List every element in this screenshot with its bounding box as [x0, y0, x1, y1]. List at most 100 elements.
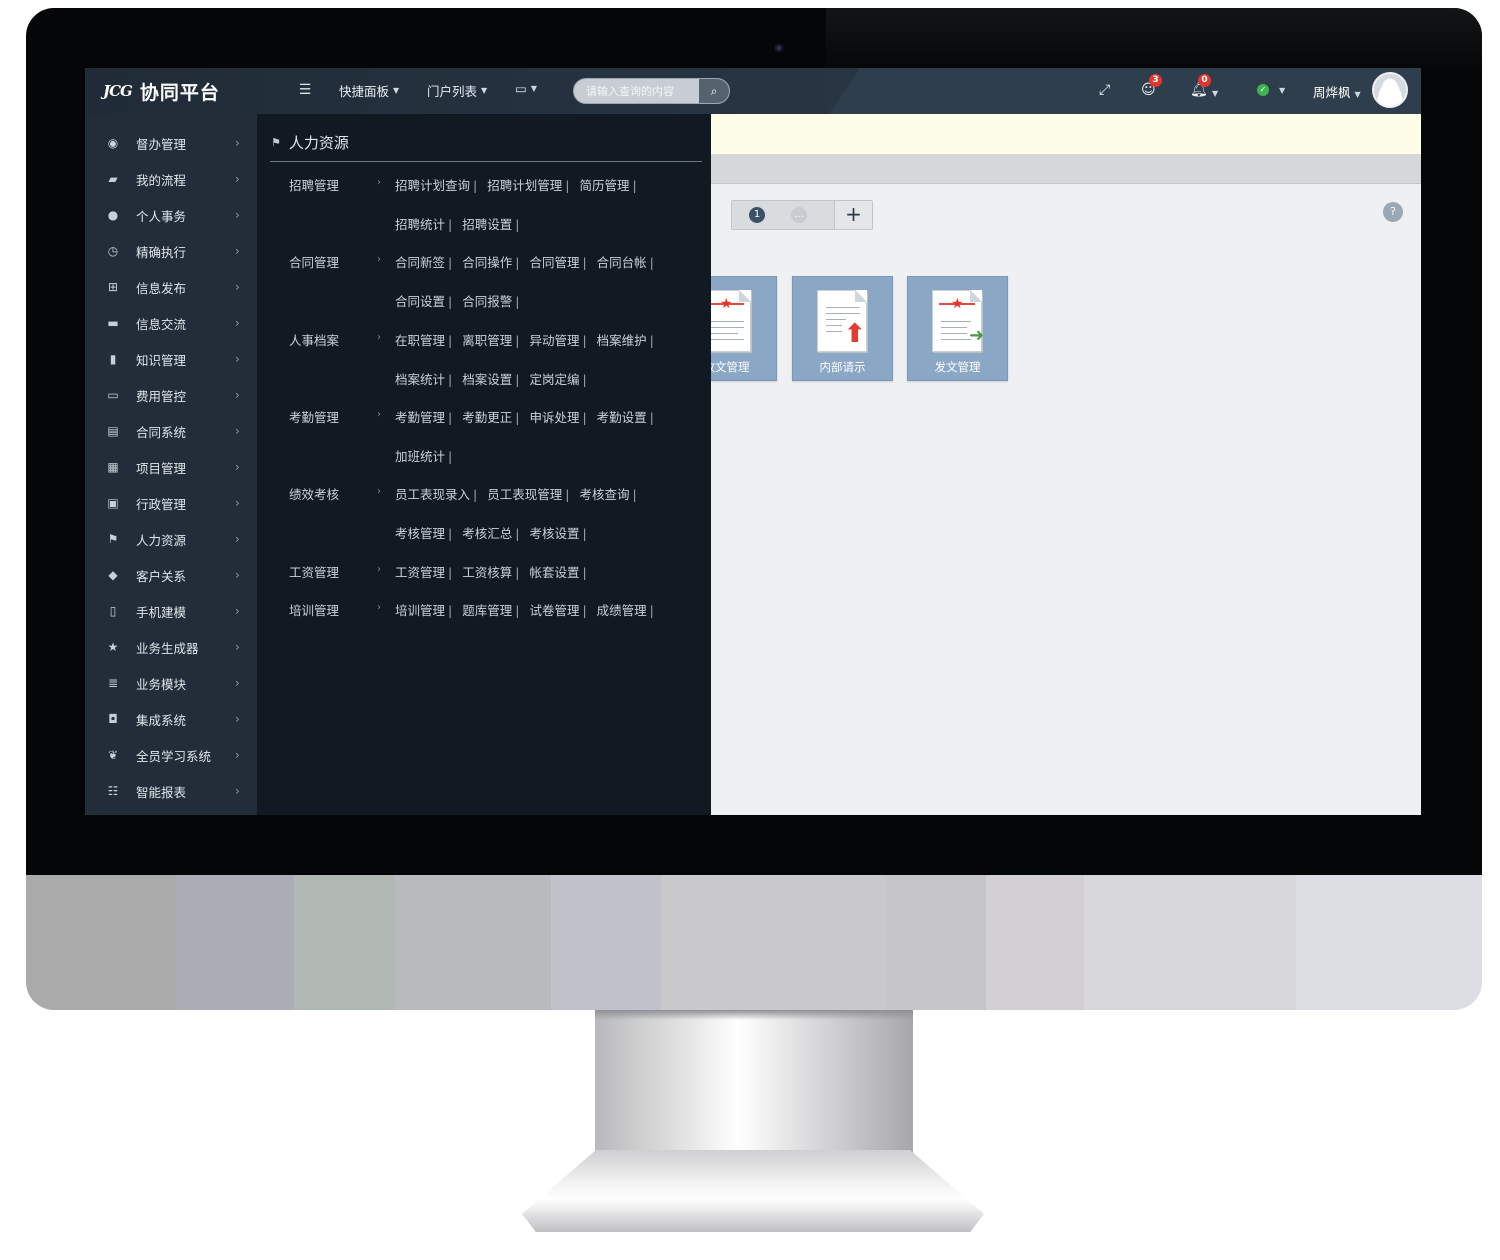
submenu-link[interactable]: 招聘计划管理 — [487, 178, 562, 193]
submenu-link[interactable]: 员工表现管理 — [487, 487, 562, 502]
sidebar-item-label: 客户关系 — [136, 568, 187, 584]
sidebar-item-personal-affairs[interactable]: ● 个人事务 › — [85, 197, 257, 233]
bookmark-icon: ▮ — [109, 352, 117, 366]
submenu-link[interactable]: 帐套设置 — [529, 565, 579, 580]
submenu-link-row: 工资管理 | 工资核算 | 帐套设置 | — [395, 562, 593, 581]
search-icon[interactable]: ⌕ — [699, 79, 729, 103]
search-input[interactable] — [574, 79, 701, 103]
submenu-link[interactable]: 异动管理 — [529, 333, 579, 348]
submenu-link[interactable]: 档案维护 — [597, 333, 647, 348]
sidebar-item-project[interactable]: ▦ 项目管理 › — [85, 449, 257, 485]
sidebar-item-label: 智能报表 — [136, 784, 187, 800]
sidebar-item-learning[interactable]: ❦ 全员学习系统 › — [85, 737, 257, 773]
submenu-link[interactable]: 试卷管理 — [529, 603, 579, 618]
submenu-link[interactable]: 档案统计 — [395, 372, 445, 387]
separator: | — [565, 178, 570, 193]
submenu-link[interactable]: 考核查询 — [579, 487, 629, 502]
submenu-link[interactable]: 合同新签 — [395, 255, 445, 270]
sidebar-item-my-workflow[interactable]: ▰ 我的流程 › — [85, 161, 257, 197]
submenu-link[interactable]: 合同设置 — [395, 294, 445, 309]
page-more-button[interactable]: ... — [791, 207, 807, 223]
app-tile-outgoing-docs[interactable]: ★ ➜ 发文管理 — [907, 276, 1008, 381]
submenu-link[interactable]: 考核设置 — [529, 526, 579, 541]
add-page-button[interactable]: + — [834, 201, 872, 229]
sidebar-item-info-exchange[interactable]: ▬ 信息交流 › — [85, 305, 257, 341]
submenu-link[interactable]: 考勤管理 — [395, 410, 445, 425]
chevron-right-icon: › — [235, 208, 240, 222]
check-circle-icon[interactable]: ✓ — [1257, 84, 1269, 96]
separator: | — [582, 565, 587, 580]
submenu-link[interactable]: 工资核算 — [462, 565, 512, 580]
submenu-link[interactable]: 考勤设置 — [597, 410, 647, 425]
submenu-group-label[interactable]: 合同管理 — [289, 252, 339, 271]
briefcase-icon: ▣ — [107, 496, 119, 510]
avatar[interactable] — [1372, 72, 1408, 108]
page-button[interactable]: 1 — [749, 207, 765, 223]
submenu-group-label[interactable]: 绩效考核 — [289, 484, 339, 503]
submenu-link[interactable]: 合同管理 — [529, 255, 579, 270]
submenu-link[interactable]: 合同操作 — [462, 255, 512, 270]
submenu-group-label[interactable]: 考勤管理 — [289, 407, 339, 426]
sidebar-item-expense[interactable]: ▭ 费用管控 › — [85, 377, 257, 413]
submenu-link[interactable]: 考核管理 — [395, 526, 445, 541]
chevron-right-icon: › — [235, 532, 240, 546]
sidebar-item-supervision[interactable]: ◉ 督办管理 › — [85, 125, 257, 161]
app-tile-internal-request[interactable]: ⬆ 内部请示 — [792, 276, 893, 381]
user-alerts-icon[interactable]: ☺ 3 — [1141, 74, 1162, 99]
sidebar-item-info-publish[interactable]: ⊞ 信息发布 › — [85, 269, 257, 305]
submenu-link[interactable]: 成绩管理 — [597, 603, 647, 618]
caret-down-icon[interactable]: ▼ — [1279, 86, 1285, 95]
submenu-link[interactable]: 定岗定编 — [529, 372, 579, 387]
expand-icon[interactable]: ⤢ — [1099, 81, 1110, 99]
arrow-right-icon: ➜ — [969, 325, 985, 346]
submenu-link[interactable]: 加班统计 — [395, 449, 445, 464]
sidebar-item-business-module[interactable]: ≣ 业务模块 › — [85, 665, 257, 701]
submenu-link[interactable]: 合同报警 — [462, 294, 512, 309]
tile-label: 发文管理 — [934, 360, 981, 374]
sidebar-item-integration[interactable]: ◘ 集成系统 › — [85, 701, 257, 737]
submenu-link[interactable]: 档案设置 — [462, 372, 512, 387]
clock-icon: ◷ — [107, 244, 119, 258]
sidebar-item-label: 精确执行 — [136, 244, 187, 260]
list-icon[interactable]: ☰ — [297, 82, 313, 98]
app-logo[interactable]: JCG 协同平台 — [103, 78, 220, 104]
submenu-link[interactable]: 申诉处理 — [529, 410, 579, 425]
submenu-link[interactable]: 工资管理 — [395, 565, 445, 580]
submenu-link[interactable]: 培训管理 — [395, 603, 445, 618]
submenu-link[interactable]: 合同台帐 — [597, 255, 647, 270]
sidebar-item-administration[interactable]: ▣ 行政管理 › — [85, 485, 257, 521]
monitor-chin — [26, 875, 1482, 1010]
sidebar-item-human-resources[interactable]: ⚑ 人力资源 › — [85, 521, 257, 557]
sidebar-item-mobile-modeling[interactable]: ▯ 手机建模 › — [85, 593, 257, 629]
sidebar-item-contract-system[interactable]: ▤ 合同系统 › — [85, 413, 257, 449]
notifications-menu[interactable]: 🔔︎ 0 ▼ — [1190, 74, 1218, 99]
submenu-link[interactable]: 考勤更正 — [462, 410, 512, 425]
sidebar-item-knowledge[interactable]: ▮ 知识管理 › — [85, 341, 257, 377]
submenu-group-label[interactable]: 招聘管理 — [289, 175, 339, 194]
submenu-link[interactable]: 招聘计划查询 — [395, 178, 470, 193]
caret-down-icon: ▼ — [393, 86, 400, 95]
chevron-right-icon: › — [235, 748, 240, 762]
submenu-group-label[interactable]: 工资管理 — [289, 562, 339, 581]
sidebar-item-business-generator[interactable]: ★ 业务生成器 › — [85, 629, 257, 665]
submenu-link[interactable]: 员工表现录入 — [395, 487, 470, 502]
separator: | — [448, 603, 453, 618]
help-icon[interactable]: ? — [1383, 202, 1403, 222]
quick-panel-menu[interactable]: 快捷面板 ▼ — [339, 81, 399, 100]
sidebar-item-customer-relations[interactable]: ◆ 客户关系 › — [85, 557, 257, 593]
submenu-link[interactable]: 考核汇总 — [462, 526, 512, 541]
user-menu[interactable]: 周烨枫 ▼ — [1313, 82, 1361, 101]
portal-list-menu[interactable]: 门户列表 ▼ — [427, 81, 487, 100]
submenu-link-row: 合同新签 | 合同操作 | 合同管理 | 合同台帐 | — [395, 252, 660, 271]
submenu-link[interactable]: 题库管理 — [462, 603, 512, 618]
submenu-link[interactable]: 简历管理 — [579, 178, 629, 193]
submenu-link[interactable]: 在职管理 — [395, 333, 445, 348]
submenu-group-label[interactable]: 培训管理 — [289, 600, 339, 619]
sidebar-item-smart-report[interactable]: ☷ 智能报表 › — [85, 773, 257, 809]
sidebar-item-precise-execution[interactable]: ◷ 精确执行 › — [85, 233, 257, 269]
submenu-link[interactable]: 招聘设置 — [462, 217, 512, 232]
monitor-menu[interactable]: ▭ ▼ — [515, 81, 537, 96]
submenu-link[interactable]: 离职管理 — [462, 333, 512, 348]
submenu-group-label[interactable]: 人事档案 — [289, 330, 339, 349]
submenu-link[interactable]: 招聘统计 — [395, 217, 445, 232]
